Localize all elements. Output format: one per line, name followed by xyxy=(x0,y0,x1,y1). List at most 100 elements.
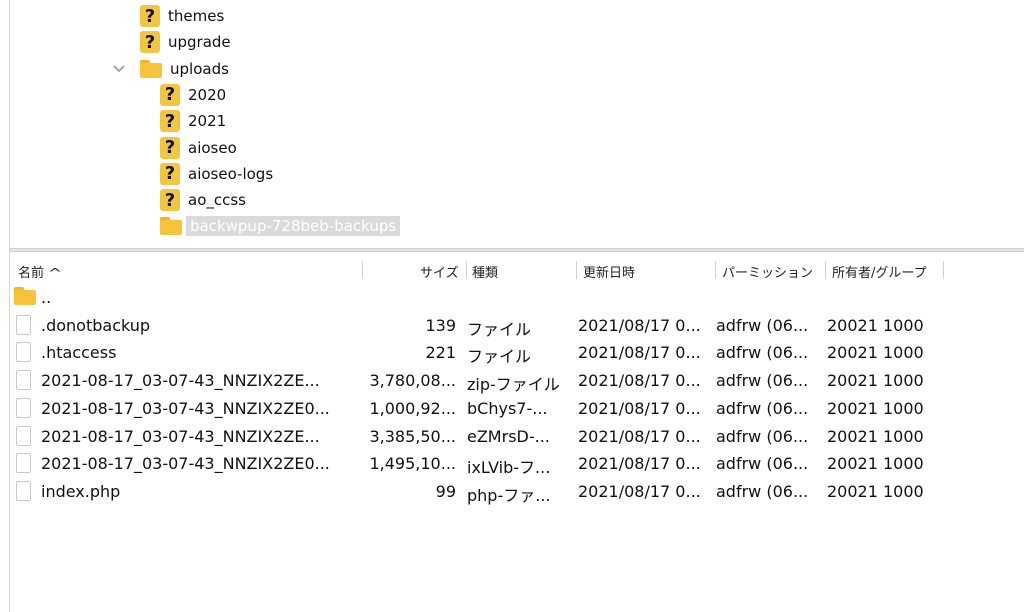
tree-item-label: ao_ccss xyxy=(188,191,246,210)
file-modified-cell: 2021/08/17 0... xyxy=(578,398,701,418)
column-divider[interactable] xyxy=(825,261,826,279)
file-permissions-cell: adfrw (06... xyxy=(716,371,809,391)
column-divider[interactable] xyxy=(943,261,944,279)
file-name-cell: 2021-08-17_03-07-43_NNZIX2ZE0... xyxy=(41,454,330,474)
file-permissions-cell: adfrw (06... xyxy=(716,454,809,474)
question-folder-icon: ? xyxy=(160,162,180,185)
file-type-cell: ixLVib-フ... xyxy=(467,458,551,478)
tree-item[interactable]: ? ao_ccss xyxy=(160,187,246,213)
tree-item-label: backwpup-728beb-backups xyxy=(186,216,401,237)
file-owner-cell: 20021 1000 xyxy=(827,426,924,446)
folder-icon xyxy=(14,287,36,305)
file-row[interactable]: 2021-08-17_03-07-43_NNZIX2ZE... 3,780,08.… xyxy=(10,368,1024,395)
folder-icon xyxy=(140,59,162,78)
file-row[interactable]: .htaccess 221 ファイル 2021/08/17 0... adfrw (06… xyxy=(10,340,1024,367)
column-header-owner[interactable]: 所有者/グループ xyxy=(832,262,927,281)
tree-item-label: aioseo-logs xyxy=(188,164,274,183)
file-size-cell: 99 xyxy=(435,481,456,501)
question-folder-icon: ? xyxy=(160,83,180,106)
column-header-type[interactable]: 種類 xyxy=(472,262,498,281)
column-header-size[interactable]: サイズ xyxy=(420,262,459,281)
file-row[interactable]: 2021-08-17_03-07-43_NNZIX2ZE... 3,385,50.… xyxy=(10,424,1024,451)
file-icon xyxy=(16,425,31,446)
tree-item[interactable]: backwpup-728beb-backups xyxy=(160,213,401,239)
ftp-client-window: ? themes? upgrade uploads? 2020? 2021? aioseo?… xyxy=(0,0,1024,612)
file-owner-cell: 20021 1000 xyxy=(827,481,924,501)
file-icon xyxy=(16,370,31,391)
file-icon xyxy=(16,342,31,363)
file-name-cell: .. xyxy=(41,288,52,307)
tree-item-label: uploads xyxy=(170,59,229,78)
file-row[interactable]: index.php 99 php-ファ... 2021/08/17 0... adfrw… xyxy=(10,479,1024,506)
column-header-name-label: 名前 xyxy=(18,266,45,281)
file-row[interactable]: .donotbackup 139 ファイル 2021/08/17 0... adfrw … xyxy=(10,313,1024,340)
file-type-cell: ファイル xyxy=(467,319,532,339)
column-divider[interactable] xyxy=(362,261,363,279)
file-type-cell: eZMrsD-... xyxy=(467,426,550,446)
tree-item[interactable]: ? aioseo-logs xyxy=(160,161,273,187)
file-permissions-cell: adfrw (06... xyxy=(716,315,809,335)
tree-item-label: aioseo xyxy=(188,138,237,157)
tree-item[interactable]: ? upgrade xyxy=(140,29,231,55)
file-size-cell: 1,000,92... xyxy=(369,398,456,418)
tree-item-label: upgrade xyxy=(168,33,231,52)
file-owner-cell: 20021 1000 xyxy=(827,315,924,335)
question-folder-icon: ? xyxy=(160,136,180,159)
file-modified-cell: 2021/08/17 0... xyxy=(578,371,701,391)
tree-item[interactable]: ? themes xyxy=(140,3,224,29)
file-permissions-cell: adfrw (06... xyxy=(716,426,809,446)
file-name-cell: 2021-08-17_03-07-43_NNZIX2ZE... xyxy=(41,426,320,446)
file-modified-cell: 2021/08/17 0... xyxy=(578,315,701,335)
tree-item[interactable]: ? aioseo xyxy=(160,135,237,161)
file-modified-cell: 2021/08/17 0... xyxy=(578,481,701,501)
file-row[interactable]: 2021-08-17_03-07-43_NNZIX2ZE0... 1,495,10… xyxy=(10,451,1024,478)
column-divider[interactable] xyxy=(715,261,716,279)
column-header-name[interactable]: 名前 ^ xyxy=(18,262,63,281)
file-permissions-cell: adfrw (06... xyxy=(716,481,809,501)
file-type-cell: bChys7-... xyxy=(467,398,548,418)
file-permissions-cell: adfrw (06... xyxy=(716,398,809,418)
file-name-cell: .htaccess xyxy=(41,343,117,363)
tree-item-label: 2020 xyxy=(188,85,227,104)
question-folder-icon: ? xyxy=(140,31,160,54)
file-icon xyxy=(16,453,31,474)
file-row[interactable]: 2021-08-17_03-07-43_NNZIX2ZE0... 1,000,92… xyxy=(10,396,1024,423)
pane-splitter[interactable] xyxy=(10,248,1024,252)
remote-directory-tree[interactable]: ? themes? upgrade uploads? 2020? 2021? aioseo?… xyxy=(10,0,1024,248)
column-header-permissions[interactable]: パーミッション xyxy=(722,262,813,281)
tree-item[interactable]: ? 2021 xyxy=(160,108,226,134)
file-icon xyxy=(16,314,31,335)
tree-item-label: 2021 xyxy=(188,112,227,131)
tree-item-label: themes xyxy=(168,7,225,25)
file-icon xyxy=(16,480,31,501)
file-size-cell: 139 xyxy=(425,315,456,335)
question-folder-icon: ? xyxy=(140,5,160,27)
column-divider[interactable] xyxy=(466,261,467,279)
file-name-cell: 2021-08-17_03-07-43_NNZIX2ZE... xyxy=(41,371,320,391)
question-folder-icon: ? xyxy=(160,189,180,212)
file-list-header: 名前 ^ サイズ 種類 更新日時 パーミッション 所有者/グループ xyxy=(10,259,1024,283)
file-name-cell: .donotbackup xyxy=(41,315,151,335)
file-size-cell: 3,780,08... xyxy=(369,371,456,391)
file-type-cell: php-ファ... xyxy=(467,485,551,505)
file-row[interactable]: .. xyxy=(10,285,1024,312)
file-modified-cell: 2021/08/17 0... xyxy=(578,426,701,446)
column-divider[interactable] xyxy=(576,261,577,279)
file-owner-cell: 20021 1000 xyxy=(827,371,924,391)
file-name-cell: 2021-08-17_03-07-43_NNZIX2ZE0... xyxy=(41,398,330,418)
file-owner-cell: 20021 1000 xyxy=(827,454,924,474)
file-type-cell: ファイル xyxy=(467,347,532,367)
column-header-modified[interactable]: 更新日時 xyxy=(583,262,635,281)
file-type-cell: zip-ファイル xyxy=(467,375,560,395)
file-size-cell: 3,385,50... xyxy=(369,426,456,446)
file-modified-cell: 2021/08/17 0... xyxy=(578,343,701,363)
file-size-cell: 1,495,10... xyxy=(369,454,456,474)
file-name-cell: index.php xyxy=(41,481,121,501)
tree-item[interactable]: ? 2020 xyxy=(160,82,226,108)
chevron-up-icon: ^ xyxy=(48,266,63,280)
question-folder-icon: ? xyxy=(160,110,180,133)
chevron-down-icon[interactable] xyxy=(112,62,126,76)
tree-item[interactable]: uploads xyxy=(140,56,229,82)
file-icon xyxy=(16,397,31,418)
folder-icon xyxy=(160,217,182,236)
